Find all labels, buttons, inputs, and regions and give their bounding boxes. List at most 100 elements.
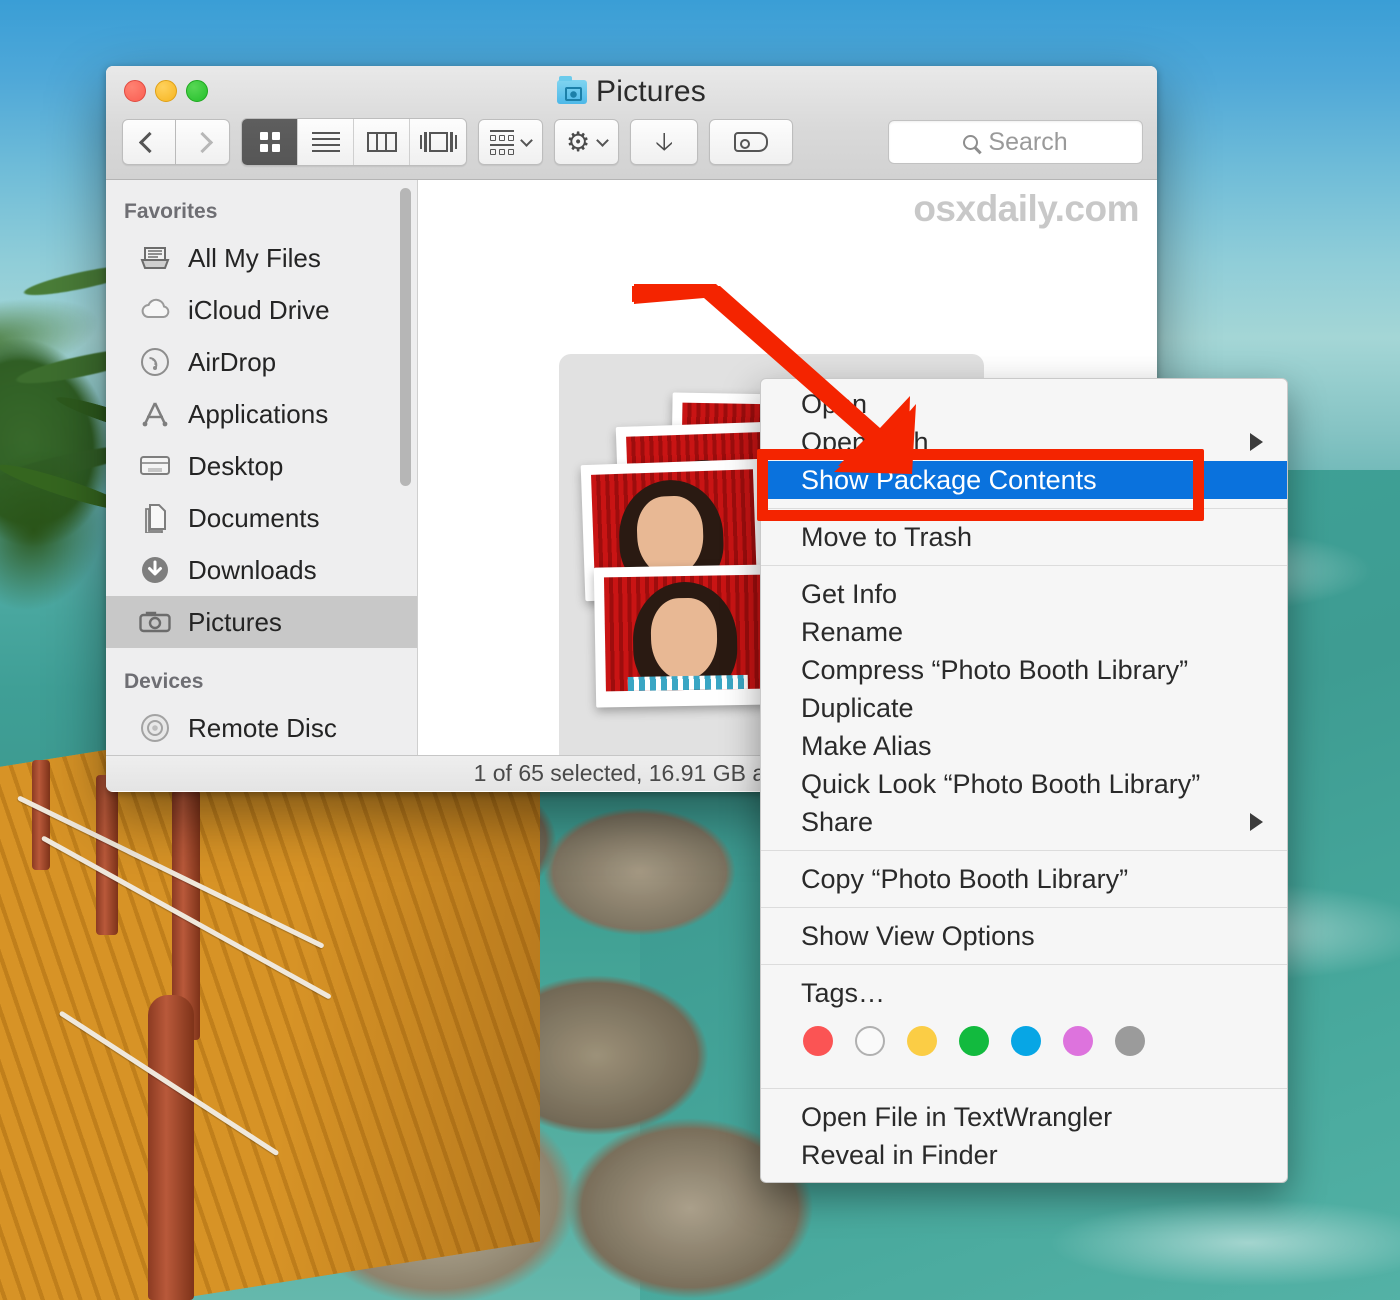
search-input[interactable]: Search <box>888 120 1143 164</box>
menu-item-show-view-options[interactable]: Show View Options <box>761 917 1287 955</box>
menu-item-label: Show Package Contents <box>801 464 1097 495</box>
purple-tag[interactable] <box>1063 1026 1093 1056</box>
cover-flow-view-button[interactable] <box>410 119 466 165</box>
menu-item-label: Tags… <box>801 977 886 1008</box>
menu-item-label: Show View Options <box>801 920 1035 951</box>
none-tag[interactable] <box>855 1026 885 1056</box>
status-text: 1 of 65 selected, 16.91 GB ava <box>473 760 790 786</box>
menu-item-open-file-in-textwrangler[interactable]: Open File in TextWrangler <box>761 1098 1287 1136</box>
sidebar-item-label: Applications <box>188 398 329 429</box>
icon-view-button[interactable] <box>242 119 298 165</box>
menu-item-move-to-trash[interactable]: Move to Trash <box>761 518 1287 556</box>
sidebar-item-pictures[interactable]: Pictures <box>106 596 417 648</box>
sidebar-item-applications[interactable]: Applications <box>106 388 417 440</box>
gray-tag[interactable] <box>1115 1026 1145 1056</box>
menu-item-make-alias[interactable]: Make Alias <box>761 727 1287 765</box>
list-view-button[interactable] <box>298 119 354 165</box>
column-view-icon <box>366 132 397 152</box>
sidebar-item-all-my-files[interactable]: All My Files <box>106 232 417 284</box>
menu-item-reveal-in-finder[interactable]: Reveal in Finder <box>761 1136 1287 1174</box>
sidebar-item-label: Remote Disc <box>188 712 337 743</box>
menu-item-open[interactable]: Open <box>761 385 1287 423</box>
navigation-buttons <box>122 119 230 165</box>
chevron-down-icon <box>520 133 533 147</box>
menu-item-open-with[interactable]: Open With <box>761 423 1287 461</box>
icon-view-icon <box>259 132 280 152</box>
sidebar-scrollbar[interactable] <box>400 188 411 486</box>
menu-item-label: Duplicate <box>801 692 914 723</box>
menu-item-label: Move to Trash <box>801 521 973 552</box>
menu-item-get-info[interactable]: Get Info <box>761 575 1287 613</box>
column-view-button[interactable] <box>354 119 410 165</box>
menu-item-label: Open File in TextWrangler <box>801 1101 1113 1132</box>
remote-disc-icon <box>138 713 172 743</box>
downloads-icon <box>138 555 172 585</box>
menu-item-tags[interactable]: Tags… <box>761 974 1287 1012</box>
action-menu-button[interactable]: ⚙ <box>554 119 620 165</box>
menu-item-compress[interactable]: Compress “Photo Booth Library” <box>761 651 1287 689</box>
red-tag[interactable] <box>803 1026 833 1056</box>
forward-button[interactable] <box>176 119 230 165</box>
gear-icon: ⚙ <box>566 126 591 157</box>
menu-item-copy[interactable]: Copy “Photo Booth Library” <box>761 860 1287 898</box>
blue-tag[interactable] <box>1011 1026 1041 1056</box>
chevron-down-icon <box>596 133 610 147</box>
share-icon: 🡣 <box>655 127 674 156</box>
search-placeholder: Search <box>988 127 1068 156</box>
window-title: Pictures <box>106 75 1157 109</box>
share-button[interactable]: 🡣 <box>630 119 699 165</box>
menu-separator <box>761 907 1287 908</box>
tag-color-swatches <box>761 1012 1287 1066</box>
finder-toolbar: ⚙ 🡣 Search <box>122 118 1143 166</box>
submenu-arrow-icon <box>1250 433 1263 451</box>
menu-item-label: Quick Look “Photo Booth Library” <box>801 768 1201 799</box>
sidebar-item-icloud-drive[interactable]: iCloud Drive <box>106 284 417 336</box>
menu-separator <box>761 508 1287 509</box>
sidebar-item-label: AirDrop <box>188 346 277 377</box>
chevron-left-icon <box>138 131 160 153</box>
menu-separator <box>761 850 1287 851</box>
sidebar-item-airdrop[interactable]: AirDrop <box>106 336 417 388</box>
submenu-arrow-icon <box>1250 813 1263 831</box>
finder-sidebar: Favorites All My Files iCloud Drive AirD… <box>106 180 418 755</box>
search-icon <box>963 134 979 150</box>
menu-item-rename[interactable]: Rename <box>761 613 1287 651</box>
menu-item-label: Open With <box>801 426 929 457</box>
edit-tags-button[interactable] <box>709 119 794 165</box>
sidebar-item-label: iCloud Drive <box>188 294 330 325</box>
wallpaper-railing-post-4 <box>148 995 194 1300</box>
menu-item-share[interactable]: Share <box>761 803 1287 841</box>
documents-icon <box>138 503 172 533</box>
menu-item-label: Copy “Photo Booth Library” <box>801 863 1129 894</box>
arrange-icon <box>490 129 514 155</box>
menu-item-label: Compress “Photo Booth Library” <box>801 654 1189 685</box>
yellow-tag[interactable] <box>907 1026 937 1056</box>
arrange-button[interactable] <box>478 119 543 165</box>
sidebar-item-label: Pictures <box>188 606 282 637</box>
sidebar-item-documents[interactable]: Documents <box>106 492 417 544</box>
sidebar-item-remote-disc[interactable]: Remote Disc <box>106 702 417 754</box>
sidebar-item-label: All My Files <box>188 242 321 273</box>
all-my-files-icon <box>138 243 172 273</box>
window-titlebar[interactable]: Pictures ⚙ 🡣 Search <box>106 66 1157 180</box>
cover-flow-icon <box>419 132 457 152</box>
chevron-right-icon <box>191 131 214 153</box>
photo-snapshot-front-bottom <box>593 564 779 708</box>
applications-icon <box>138 399 172 429</box>
menu-item-duplicate[interactable]: Duplicate <box>761 689 1287 727</box>
tag-icon <box>734 132 769 152</box>
wallpaper-railing-post-2 <box>96 775 118 935</box>
list-view-icon <box>311 128 340 156</box>
menu-item-label: Reveal in Finder <box>801 1139 998 1170</box>
icloud-drive-icon <box>138 295 172 325</box>
sidebar-item-desktop[interactable]: Desktop <box>106 440 417 492</box>
menu-item-show-package-contents[interactable]: Show Package Contents <box>761 461 1287 499</box>
sidebar-item-downloads[interactable]: Downloads <box>106 544 417 596</box>
menu-item-quick-look[interactable]: Quick Look “Photo Booth Library” <box>761 765 1287 803</box>
sidebar-header-devices: Devices <box>124 670 204 693</box>
back-button[interactable] <box>122 119 176 165</box>
green-tag[interactable] <box>959 1026 989 1056</box>
menu-item-label: Get Info <box>801 578 898 609</box>
context-menu[interactable]: Open Open With Show Package Contents Mov… <box>760 378 1288 1183</box>
desktop-icon <box>138 451 172 481</box>
